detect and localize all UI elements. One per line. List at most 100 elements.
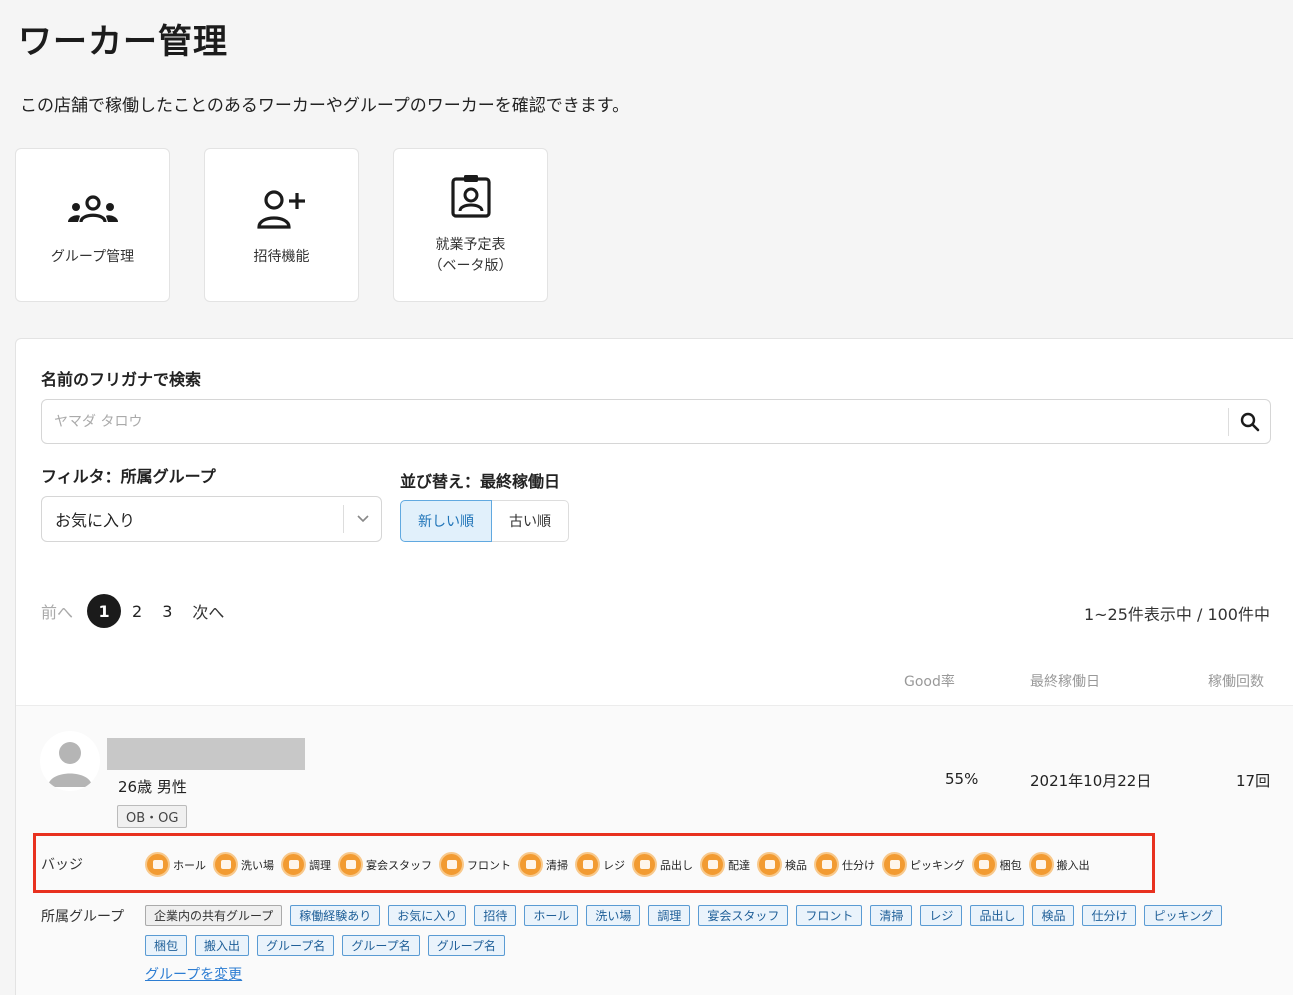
badge-item: レジ [575,852,625,877]
badge-icon [281,852,306,877]
group-tag: お気に入り [388,905,467,926]
column-last-worked: 最終稼働日 [1030,674,1100,690]
search-label: 名前のフリガナで検索 [41,370,202,389]
badge-item: 配達 [700,852,750,877]
change-group-link[interactable]: グループを変更 [145,964,242,984]
worker-list-panel: 名前のフリガナで検索 フィルタ：所属グループ お気に入り 並び替え：最終稼働日 … [15,338,1293,995]
badge-label: バッジ [41,857,83,873]
pagination-next[interactable]: 次へ [192,599,224,623]
group-tag: 洗い場 [586,905,641,926]
group-tag: 仕分け [1082,905,1137,926]
badge-icon [1028,852,1054,877]
page-description: この店舗で稼働したことのあるワーカーやグループのワーカーを確認できます。 [20,96,630,116]
badge-text: 洗い場 [241,858,274,872]
group-tag: ピッキング [1144,905,1223,926]
column-work-count: 稼働回数 [1208,674,1264,690]
avatar [40,731,100,791]
pagination-page-3[interactable]: 3 [162,602,172,621]
badge-text: 搬入出 [1056,858,1090,872]
badge-item: 洗い場 [213,852,274,877]
group-tag: 清掃 [870,905,913,926]
search-input[interactable] [42,401,1228,442]
worker-age-gender: 26歳 男性 [118,778,187,796]
group-management-card[interactable]: グループ管理 [15,148,170,302]
chevron-down-icon [343,505,381,533]
worker-last-worked: 2021年10月22日 [1030,772,1152,790]
worker-status-tag: OB・OG [117,805,188,828]
search-icon [1240,412,1259,431]
worker-work-count: 17回 [1236,772,1271,790]
badge-icon [338,852,363,877]
badge-text: ピッキング [910,858,965,872]
group-tag: 搬入出 [195,935,250,956]
badge-text: 清掃 [546,858,568,872]
badge-text: 梱包 [999,858,1022,872]
group-tag: レジ [920,905,963,926]
badge-icon [632,852,657,877]
worker-row[interactable]: 26歳 男性 OB・OG 55% 2021年10月22日 17回 バッジ ホール… [16,705,1293,995]
badge-text: 検品 [785,858,807,872]
badge-text: レジ [603,858,625,872]
filter-label: フィルタ：所属グループ [41,467,216,486]
badge-item: 宴会スタッフ [338,852,432,877]
badge-text: フロント [467,858,511,872]
sort-newest-button[interactable]: 新しい順 [400,500,492,542]
pagination-prev[interactable]: 前へ [41,599,73,623]
id-badge-icon [443,171,499,221]
group-tag: 企業内の共有グループ [145,905,283,926]
group-tag: 招待 [474,905,517,926]
badge-text: 品出し [660,858,693,872]
result-count: 1~25件表示中 / 100件中 [1083,605,1270,624]
group-tag: 稼働経験あり [290,905,381,926]
group-filter-select[interactable]: お気に入り [41,496,382,542]
group-tag: 検品 [1032,905,1075,926]
badge-icon [439,852,464,877]
sort-oldest-button[interactable]: 古い順 [492,500,569,542]
search-box [41,399,1271,444]
group-tag: ホール [524,905,579,926]
badge-item: 調理 [281,852,331,877]
badge-item: 搬入出 [1028,852,1090,877]
group-tag: グループ名 [342,935,420,956]
pagination-page-1[interactable]: 1 [87,594,122,628]
group-tag: 梱包 [145,935,188,956]
group-label: 所属グループ [41,909,125,925]
sort-toggle: 新しい順 古い順 [400,500,569,542]
badge-item: 清掃 [518,852,568,877]
group-tag: フロント [796,905,863,926]
user-plus-icon [254,185,310,235]
badge-icon [757,852,782,877]
badge-item: ピッキング [882,852,965,877]
group-tag-list: 企業内の共有グループ 稼働経験あり お気に入り 招待 ホール 洗い場 調理 宴会スタッフ フロン… [145,905,1275,956]
badge-text: ホール [173,858,206,872]
badge-text: 宴会スタッフ [366,858,432,872]
search-button[interactable] [1228,407,1270,436]
invite-card[interactable]: 招待機能 [204,148,359,302]
group-filter-value: お気に入り [55,511,136,530]
badge-item: 梱包 [971,852,1022,877]
user-avatar-icon [48,742,92,787]
group-management-label: グループ管理 [50,249,135,265]
badge-icon [700,852,725,877]
badge-item: 検品 [757,852,807,877]
badge-text: 配達 [728,858,750,872]
badge-icon [882,852,907,877]
schedule-label-line1: 就業予定表 [435,237,506,253]
badge-item: 品出し [632,852,693,877]
schedule-card[interactable]: 就業予定表 （ベータ版） [393,148,548,302]
badge-item: ホール [145,852,206,877]
badge-text: 仕分け [842,858,875,872]
pagination: 前へ 1 2 3 次へ [41,594,224,628]
group-tag: 宴会スタッフ [698,905,789,926]
schedule-label: 就業予定表 （ベータ版） [429,235,513,277]
group-icon [65,185,121,235]
badge-icon [971,852,997,877]
badge-icon [213,852,238,877]
badge-icon [145,852,170,877]
invite-label: 招待機能 [253,249,310,265]
badge-icon [575,852,600,877]
badge-icon [518,852,543,877]
group-tag: 品出し [970,905,1025,926]
pagination-page-2[interactable]: 2 [132,602,142,621]
badge-item: 仕分け [814,852,875,877]
